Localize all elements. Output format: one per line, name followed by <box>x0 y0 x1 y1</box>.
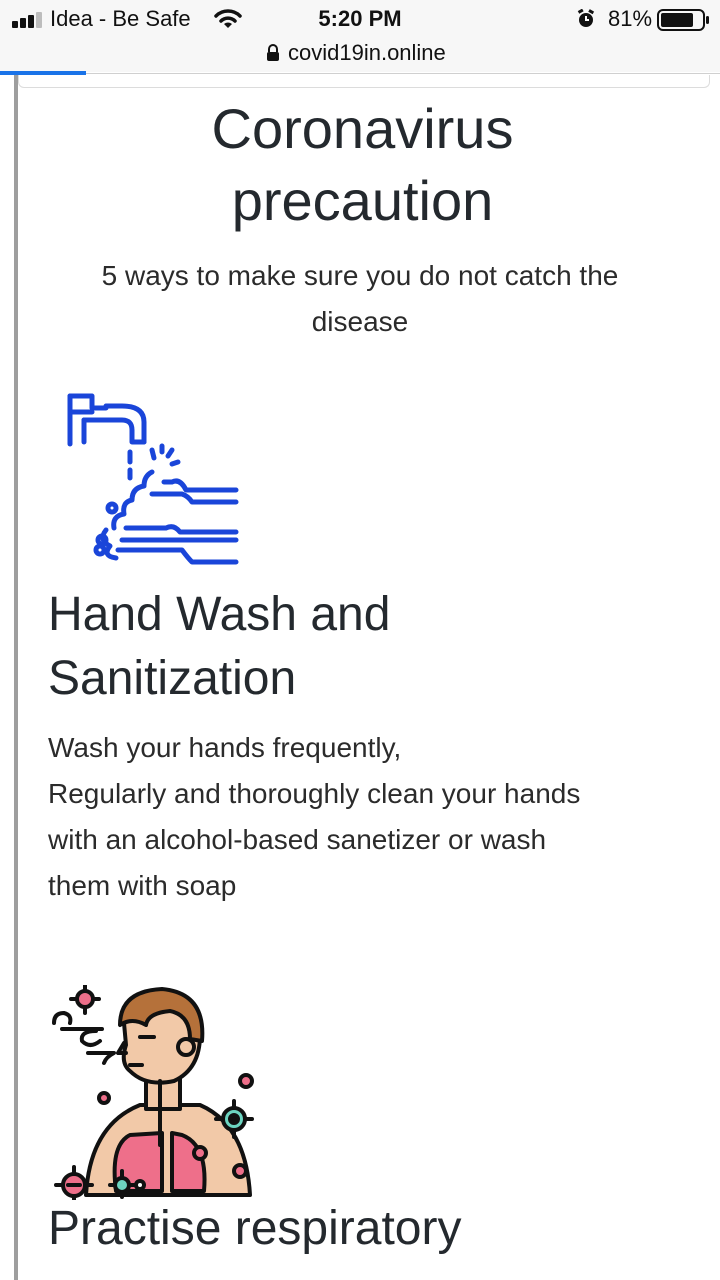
page-title-line: Coronavirus <box>211 97 514 160</box>
section-heading: Practise respiratory <box>48 1197 688 1261</box>
url-text[interactable]: covid19in.online <box>288 40 446 66</box>
section-heading: Hand Wash and Sanitization <box>48 583 688 711</box>
battery-icon <box>657 9 709 31</box>
page-content: Coronavirus precaution 5 ways to make su… <box>0 75 720 1280</box>
card-border <box>14 75 18 1280</box>
page-title: Coronavirus precaution <box>40 93 685 237</box>
alarm-icon <box>577 9 595 27</box>
status-bar: Idea - Be Safe 5:20 PM 81% <box>0 0 720 38</box>
hand-wash-icon <box>67 393 239 565</box>
body-line: with an alcohol-based sanetizer or wash <box>48 824 547 855</box>
page-title-line: precaution <box>231 169 494 232</box>
section-heading-line: Sanitization <box>48 652 297 705</box>
body-line: Wash your hands frequently, <box>48 732 402 763</box>
page-subtitle: 5 ways to make sure you do not catch the… <box>101 260 619 337</box>
lock-icon <box>267 44 279 61</box>
respiratory-icon <box>52 985 254 1200</box>
header-card <box>18 75 710 88</box>
body-line: them with soap <box>48 870 237 901</box>
section-heading-line: Practise respiratory <box>48 1202 462 1255</box>
divider <box>86 73 720 74</box>
section-heading-line: Hand Wash and <box>48 588 391 641</box>
battery-percent: 81% <box>608 6 653 31</box>
body-line: Regularly and thoroughly clean your hand… <box>48 778 581 809</box>
section-body: Wash your hands frequently, Regularly an… <box>48 725 688 909</box>
